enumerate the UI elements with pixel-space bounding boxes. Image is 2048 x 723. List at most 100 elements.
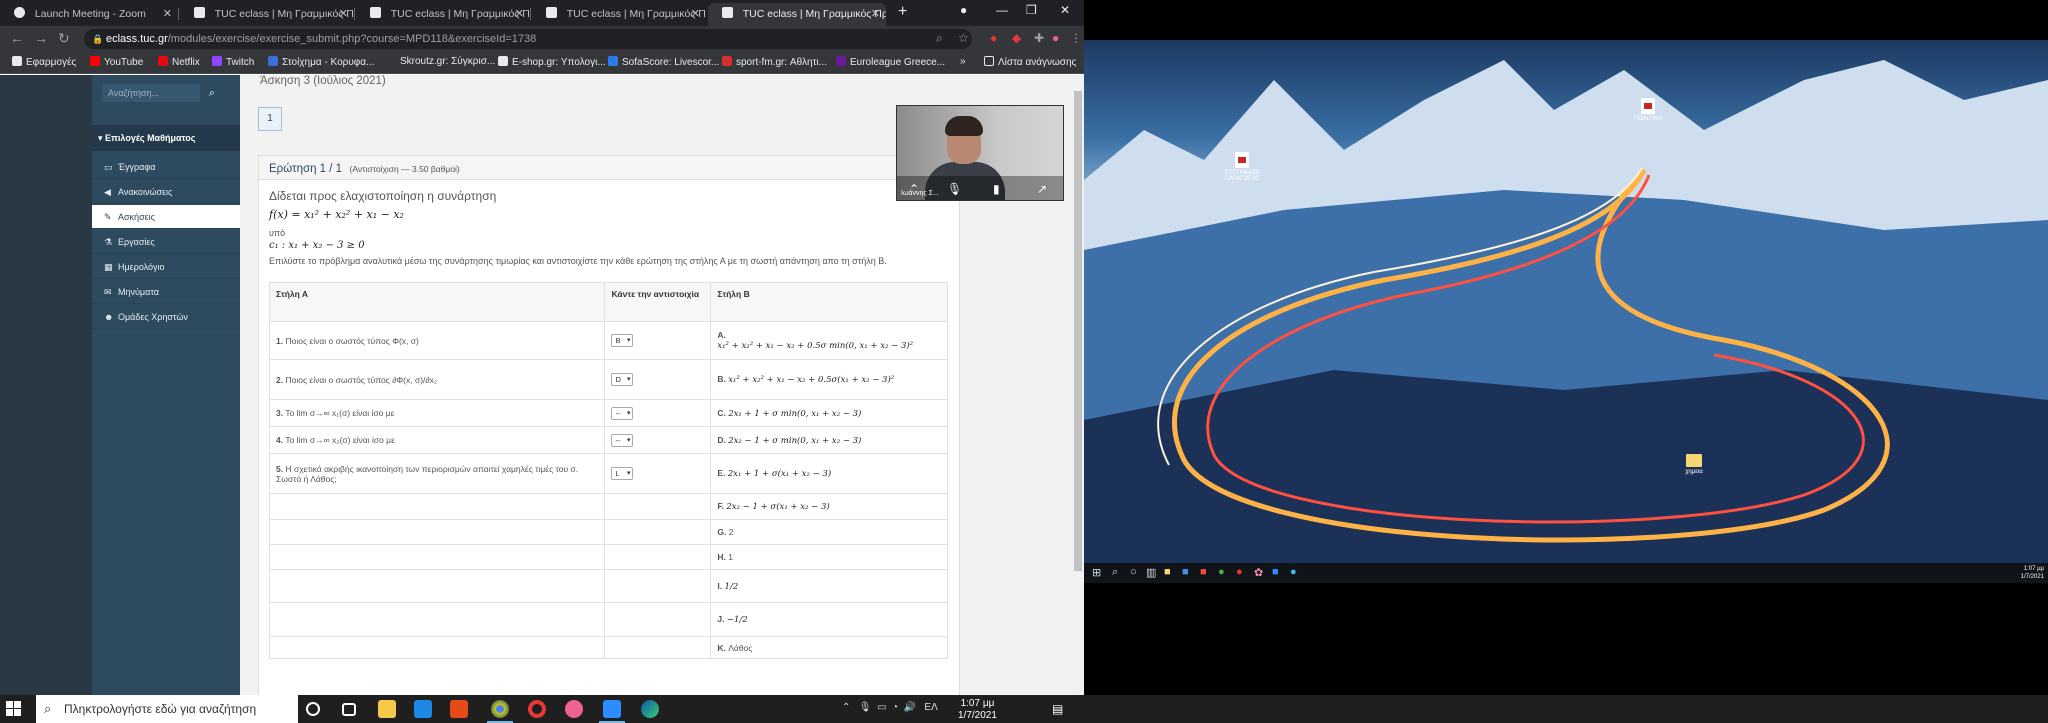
- sidebar-item-documents[interactable]: ▭ Έγγραφα: [92, 155, 240, 179]
- puzzle-icon[interactable]: ✚: [1034, 31, 1044, 45]
- desktop-icon-politika[interactable]: ΠΟΛΙΤΙΚΑ: [1620, 98, 1676, 122]
- taskbar-clock[interactable]: 1:07 μμ 1/7/2021: [958, 698, 997, 722]
- match-select-2[interactable]: D: [611, 373, 634, 386]
- language-indicator[interactable]: ΕΛ: [924, 702, 937, 713]
- tab-separator: [530, 8, 531, 20]
- sidebar-item-user-groups[interactable]: ☻ Ομάδες Χρηστών: [92, 305, 240, 329]
- desktop-icon-production-systems[interactable]: ΣΥΣΤΗΜΑΤΑ ΠΑΡΑΓΩΓΗΣ: [1214, 152, 1270, 182]
- opera-extension-icon[interactable]: ●: [990, 31, 997, 45]
- app-icon[interactable]: ✿: [1254, 566, 1263, 579]
- sidebar-item-exercises[interactable]: ✎ Ασκήσεις: [92, 205, 240, 229]
- tab-eclass-3[interactable]: TUC eclass | Μη Γραμμικός Προ ✕: [532, 3, 706, 26]
- bookmark-skroutz[interactable]: Skroutz.gr: Σύγκρισ...: [400, 56, 495, 67]
- office-icon[interactable]: [450, 700, 468, 718]
- shield-extension-icon[interactable]: ◆: [1012, 31, 1021, 45]
- file-explorer-icon[interactable]: ■: [1164, 566, 1171, 578]
- bookmark-stoixima[interactable]: Στοίχημα - Κορυφα...: [268, 56, 374, 68]
- column-b-cell: E. 2x₁ + 1 + σ(x₁ + x₂ − 3): [710, 453, 948, 494]
- opera-icon[interactable]: ●: [1236, 566, 1243, 578]
- opera-icon[interactable]: [528, 700, 546, 718]
- office-icon[interactable]: ■: [1200, 566, 1207, 578]
- menu-icon[interactable]: ⋮: [1070, 31, 1082, 45]
- bookmark-sofascore[interactable]: SofaScore: Livescor...: [608, 56, 719, 68]
- search-icon[interactable]: ⌕: [202, 84, 222, 102]
- zoom-icon[interactable]: ■: [1272, 566, 1279, 578]
- bookmark-netflix[interactable]: Netflix: [158, 56, 200, 68]
- close-icon[interactable]: ✕: [163, 3, 172, 26]
- minimize-button[interactable]: —: [996, 3, 1008, 17]
- address-bar[interactable]: 🔒 eclass.tuc.gr/modules/exercise/exercis…: [84, 29, 972, 49]
- profile-icon[interactable]: ●: [960, 3, 967, 17]
- mic-muted-icon[interactable]: 🎙: [947, 182, 962, 196]
- scrollbar-thumb[interactable]: [1074, 91, 1082, 571]
- page-scrollbar[interactable]: [1072, 75, 1084, 695]
- bookmark-twitch[interactable]: Twitch: [212, 56, 254, 68]
- windows-start-icon[interactable]: ⊞: [1092, 566, 1101, 579]
- reload-button[interactable]: ↻: [58, 30, 70, 47]
- chrome-icon[interactable]: ●: [1218, 566, 1225, 578]
- close-icon[interactable]: ✕: [339, 3, 348, 26]
- chrome-icon[interactable]: [487, 700, 513, 723]
- sidebar-header[interactable]: ▾ Επιλογές Μαθήματος: [92, 125, 240, 151]
- match-select-1[interactable]: B: [611, 334, 634, 347]
- task-view-icon[interactable]: [342, 703, 356, 716]
- tab-zoom[interactable]: Launch Meeting - Zoom ✕: [0, 3, 178, 26]
- windows-start-button[interactable]: [6, 701, 22, 717]
- zoom-video-window[interactable]: ⌃ 🎙 ▮ ↗ Ιωάννης Σ...: [896, 105, 1064, 201]
- match-select-3[interactable]: --: [611, 406, 634, 420]
- sidebar-item-announcements[interactable]: ◀ Ανακοινώσεις: [92, 180, 240, 204]
- file-explorer-icon[interactable]: [378, 700, 396, 718]
- mail-icon[interactable]: [414, 700, 432, 718]
- zoom-icon[interactable]: [599, 700, 625, 723]
- tab-eclass-1[interactable]: TUC eclass | Μη Γραμμικός Προ ✕: [180, 3, 354, 26]
- volume-icon[interactable]: 🔊: [904, 702, 916, 713]
- forward-button[interactable]: →: [34, 30, 48, 46]
- restore-button[interactable]: ❐: [1026, 3, 1037, 17]
- cortana-icon[interactable]: ○: [1130, 566, 1137, 578]
- bookmark-euroleague[interactable]: Euroleague Greece...: [836, 56, 945, 68]
- video-icon[interactable]: ▮: [993, 182, 1000, 196]
- question-nav-button[interactable]: 1: [258, 107, 282, 131]
- search-icon[interactable]: ⌕: [1112, 566, 1118, 579]
- mail-icon[interactable]: ■: [1182, 566, 1189, 578]
- tab-eclass-2[interactable]: TUC eclass | Μη Γραμμικός Προ ✕: [356, 3, 530, 26]
- network-icon[interactable]: ◔: [892, 702, 898, 713]
- search-icon: ⌕: [44, 701, 52, 716]
- taskbar-search-input[interactable]: ⌕ Πληκτρολογήστε εδώ για αναζήτηση: [36, 695, 298, 723]
- bookmarks-overflow-button[interactable]: »: [960, 56, 966, 67]
- close-icon[interactable]: ✕: [515, 3, 524, 26]
- sidebar-item-calendar[interactable]: ▦ Ημερολόγιο: [92, 255, 240, 279]
- reading-list-button[interactable]: Λίστα ανάγνωσης: [984, 56, 1076, 68]
- desktop-icon-chemistry-folder[interactable]: χημεια: [1666, 454, 1722, 475]
- edge-icon[interactable]: ●: [1290, 566, 1297, 578]
- notification-icon[interactable]: ▤: [1052, 702, 1063, 716]
- search-icon[interactable]: ⌕: [936, 31, 943, 46]
- close-window-button[interactable]: ✕: [1060, 3, 1070, 17]
- show-hidden-icons[interactable]: ⌃: [842, 702, 850, 713]
- match-select-4[interactable]: --: [611, 433, 634, 447]
- cortana-icon[interactable]: [306, 702, 320, 716]
- avatar-icon[interactable]: ●: [1052, 31, 1059, 45]
- share-icon[interactable]: ↗: [1037, 182, 1047, 196]
- star-icon[interactable]: ☆: [958, 31, 969, 45]
- sidebar-search-input[interactable]: Αναζήτηση...: [102, 84, 200, 102]
- task-view-icon[interactable]: ▥: [1146, 566, 1156, 579]
- bookmark-apps[interactable]: Εφαρμογές: [12, 56, 76, 68]
- paint-app-icon[interactable]: [565, 700, 583, 718]
- close-icon[interactable]: ✕: [691, 3, 700, 26]
- bookmark-eshop[interactable]: E-shop.gr: Υπολογι...: [498, 56, 606, 68]
- match-select-5[interactable]: L: [611, 467, 634, 480]
- bookmark-youtube[interactable]: YouTube: [90, 56, 143, 68]
- sidebar-item-assignments[interactable]: ⚗ Εργασίες: [92, 230, 240, 254]
- megaphone-icon: ◀: [104, 187, 111, 197]
- tab-eclass-active[interactable]: TUC eclass | Μη Γραμμικός Προ ✕: [708, 3, 886, 26]
- apps-grid-icon: [12, 56, 22, 66]
- close-icon[interactable]: ✕: [871, 3, 880, 26]
- new-tab-button[interactable]: +: [898, 3, 907, 21]
- battery-icon[interactable]: ▭: [877, 702, 886, 713]
- sidebar-item-messages[interactable]: ✉ Μηνύματα: [92, 280, 240, 304]
- microphone-icon[interactable]: 🎙: [859, 702, 872, 713]
- bookmark-sportfm[interactable]: sport-fm.gr: Αθλητι...: [722, 56, 827, 68]
- edge-icon[interactable]: [641, 700, 659, 718]
- back-button[interactable]: ←: [10, 30, 24, 46]
